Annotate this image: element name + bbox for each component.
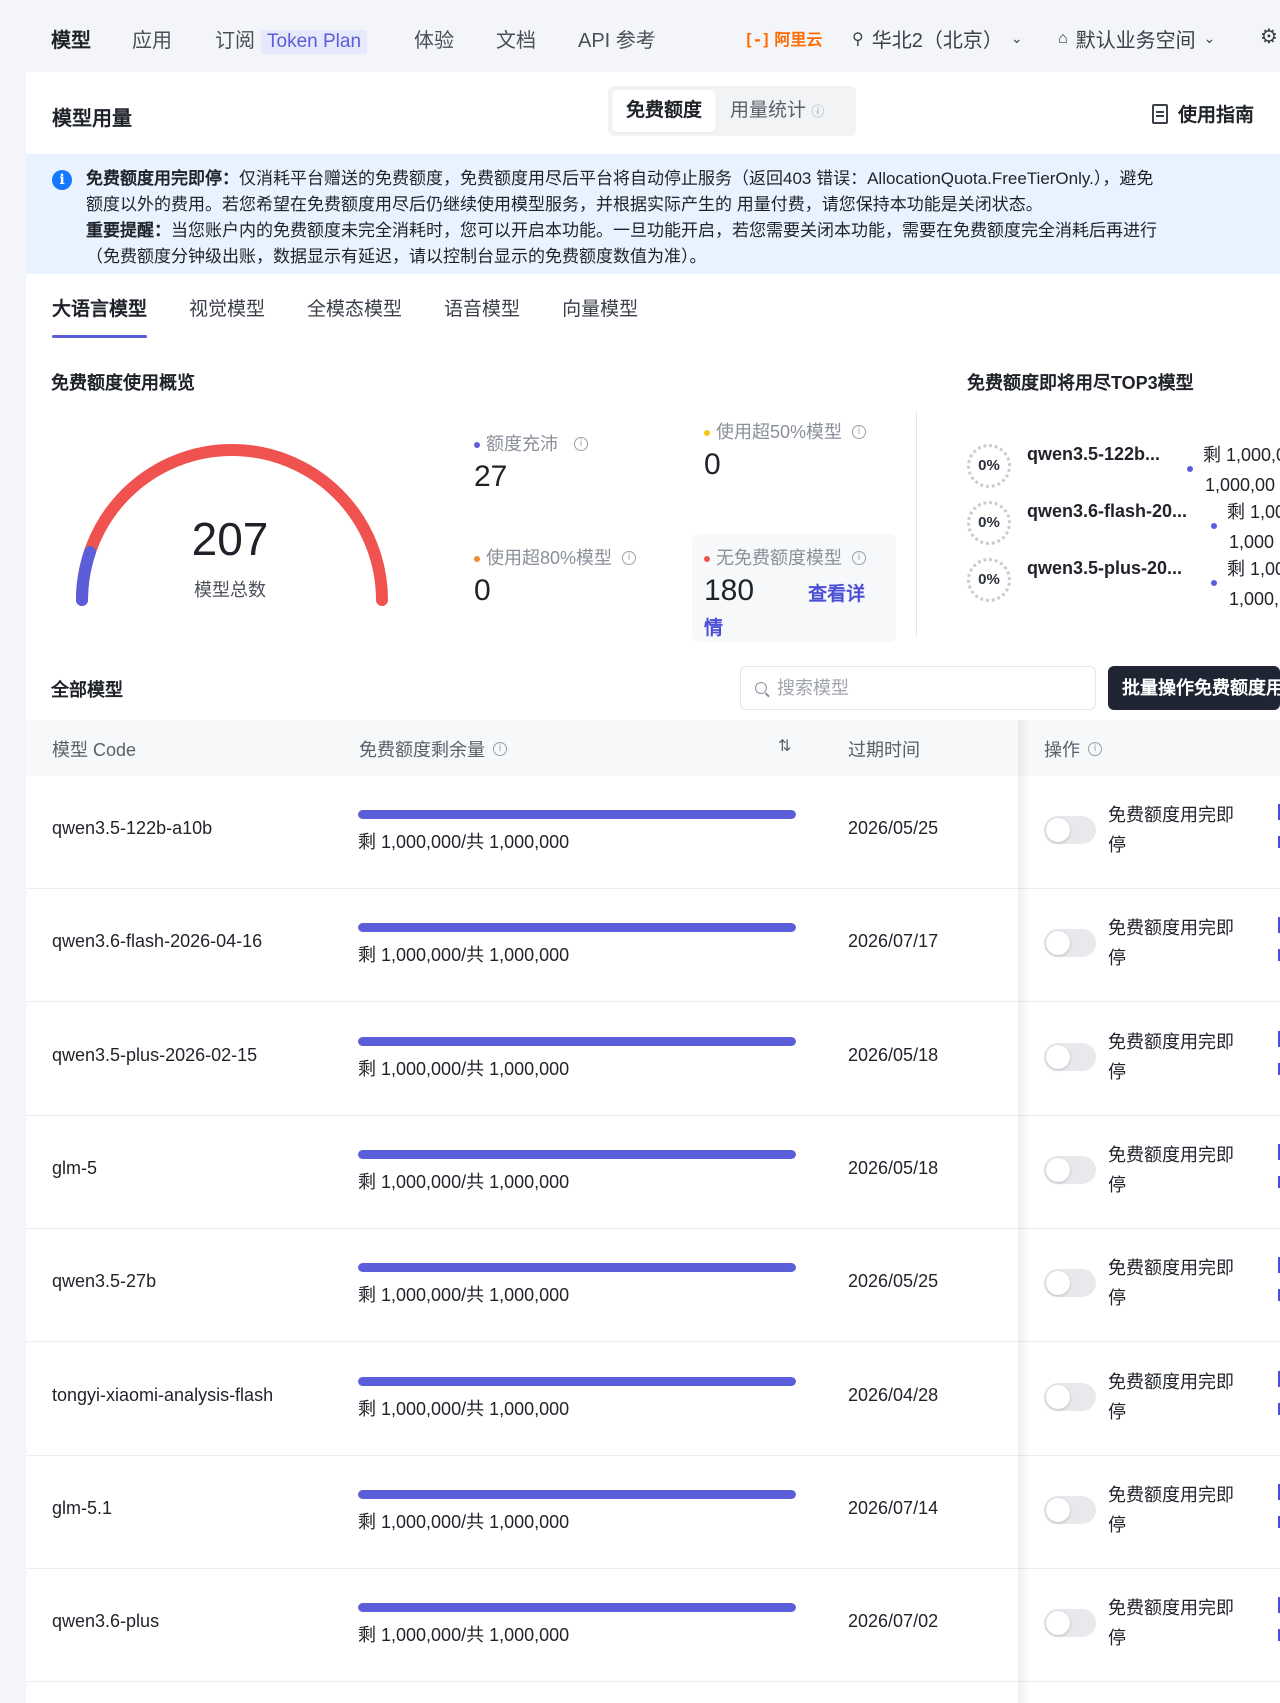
quota-progress-bar xyxy=(358,923,796,933)
stop-on-exhaust-toggle[interactable] xyxy=(1044,1382,1096,1411)
expire-date: 2026/05/25 xyxy=(848,818,939,838)
quota-remain-text: 剩 1,000,000/共 1,000,000 xyxy=(358,1058,570,1079)
table-header: 模型 Code 免费额度剩余量 i ⇅ 过期时间 操作 i xyxy=(26,720,1280,776)
quota-progress-fill xyxy=(358,1149,796,1159)
toggle-label: 免费额度用完即停 xyxy=(1108,918,1234,969)
quota-remain-text: 剩 1,000,000/共 1,000,000 xyxy=(358,832,570,852)
quota-progress-fill xyxy=(358,1036,796,1046)
stop-on-exhaust-toggle[interactable] xyxy=(1044,1155,1096,1184)
table-row: qwen3.5-122b-a10b 剩 1,000,000/共 1,000,000… xyxy=(26,776,1280,889)
col-op: 操作 i xyxy=(1044,736,1102,762)
stop-on-exhaust-toggle[interactable] xyxy=(1044,1042,1096,1071)
quota-progress-bar xyxy=(358,1149,796,1159)
toggle-label: 免费额度用完即停 xyxy=(1108,1031,1234,1082)
expire-date: 2026/07/14 xyxy=(848,1497,939,1518)
help-icon[interactable]: i xyxy=(493,742,507,756)
quota-progress-fill xyxy=(358,1603,796,1613)
table-row: tongyi-xiaomi-analysis-flash 剩 1,000,000/… xyxy=(26,1343,1280,1456)
toggle-label: 免费额度用完即停 xyxy=(1108,1371,1234,1422)
toggle-label: 免费额度用完即停 xyxy=(1108,805,1234,855)
expire-date: 2026/05/18 xyxy=(848,1044,939,1065)
toggle-label: 免费额度用完即停 xyxy=(1108,1144,1234,1195)
toggle-label: 免费额度用完即停 xyxy=(1108,1484,1234,1535)
quota-progress-bar xyxy=(358,1263,796,1273)
quota-progress-bar xyxy=(358,1036,796,1046)
quota-progress-fill xyxy=(358,1376,796,1386)
sort-icon[interactable]: ⇅ xyxy=(778,736,791,755)
table-row: glm-5.1 剩 1,000,000/共 1,000,000 2026/07/14… xyxy=(26,1456,1280,1569)
table-row: qwen3.6-flash-2026-04-16 剩 1,000,000/共 1,… xyxy=(26,889,1280,1003)
model-code[interactable]: glm-5.1 xyxy=(52,1498,112,1519)
table-row: qwen3.5-27b 剩 1,000,000/共 1,000,000 2026/0… xyxy=(26,1229,1280,1343)
stop-on-exhaust-toggle[interactable] xyxy=(1044,929,1096,958)
col-code: 模型 Code xyxy=(52,740,137,760)
quota-remain-text: 剩 1,000,000/共 1,000,000 xyxy=(358,1171,570,1192)
expire-date: 2026/05/18 xyxy=(848,1157,939,1178)
model-code[interactable]: glm-5 xyxy=(52,1158,97,1179)
model-code[interactable]: qwen3.5-plus-2026-02-15 xyxy=(52,1045,257,1066)
model-code[interactable]: qwen3.6-plus xyxy=(52,1611,159,1632)
quota-progress-bar xyxy=(358,1489,796,1499)
quota-remain-text: 剩 1,000,000/共 1,000,000 xyxy=(358,1511,570,1532)
help-icon[interactable]: i xyxy=(1088,742,1102,756)
quota-remain-text: 剩 1,000,000/共 1,000,000 xyxy=(358,945,570,966)
quota-progress-fill xyxy=(358,810,796,819)
col-remain: 免费额度剩余量 i xyxy=(359,736,507,762)
quota-remain-text: 剩 1,000,000/共 1,000,000 xyxy=(358,1285,570,1306)
model-code[interactable]: qwen3.5-27b xyxy=(52,1271,156,1292)
quota-progress-bar xyxy=(358,1603,796,1613)
quota-progress-fill xyxy=(358,1489,796,1499)
stop-on-exhaust-toggle[interactable] xyxy=(1044,1609,1096,1638)
table-row: qwen3.5-plus-2026-02-15 剩 1,000,000/共 1,0… xyxy=(26,1003,1280,1116)
col-remain-label: 免费额度剩余量 xyxy=(359,740,485,760)
quota-progress-bar xyxy=(358,1376,796,1386)
expire-date: 2026/04/28 xyxy=(848,1384,939,1405)
expire-date: 2026/05/25 xyxy=(848,1271,939,1292)
col-expire: 过期时间 xyxy=(848,740,920,760)
quota-progress-fill xyxy=(358,1263,796,1273)
quota-progress-bar xyxy=(358,810,796,819)
table-row: glm-5 剩 1,000,000/共 1,000,000 2026/05/18 免费… xyxy=(26,1116,1280,1229)
model-code[interactable]: tongyi-xiaomi-analysis-flash xyxy=(52,1385,273,1406)
quota-remain-text: 剩 1,000,000/共 1,000,000 xyxy=(358,1398,570,1419)
stop-on-exhaust-toggle[interactable] xyxy=(1044,1495,1096,1524)
expire-date: 2026/07/17 xyxy=(848,931,939,952)
quota-progress-fill xyxy=(358,923,796,933)
expire-date: 2026/07/02 xyxy=(848,1611,939,1632)
model-code[interactable]: qwen3.5-122b-a10b xyxy=(52,818,212,839)
table-row: qwen3.6-plus 剩 1,000,000/共 1,000,000 2026/… xyxy=(26,1569,1280,1683)
col-op-label: 操作 xyxy=(1044,740,1080,760)
toggle-label: 免费额度用完即停 xyxy=(1108,1598,1234,1649)
fixed-column-shadow xyxy=(1018,720,1030,1703)
model-code[interactable]: qwen3.6-flash-2026-04-16 xyxy=(52,931,262,952)
quota-remain-text: 剩 1,000,000/共 1,000,000 xyxy=(358,1625,570,1646)
stop-on-exhaust-toggle[interactable] xyxy=(1044,816,1096,844)
stop-on-exhaust-toggle[interactable] xyxy=(1044,1269,1096,1298)
models-table: 模型 Code 免费额度剩余量 i ⇅ 过期时间 操作 i qwen3.5-122b… xyxy=(26,0,1280,1703)
toggle-label: 免费额度用完即停 xyxy=(1108,1258,1234,1309)
